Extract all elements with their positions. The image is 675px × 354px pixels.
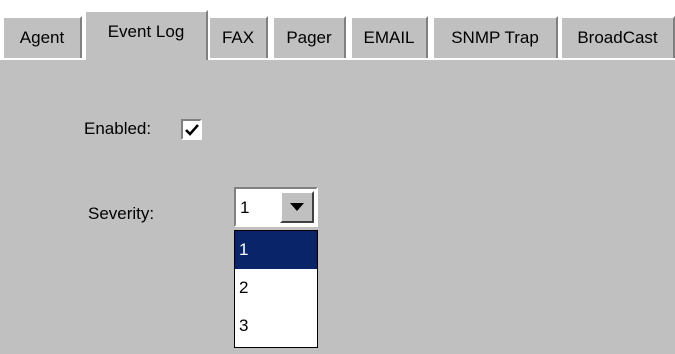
severity-select[interactable]: 1 — [234, 187, 318, 227]
severity-selected-value: 1 — [240, 198, 250, 217]
severity-dropdown-list: 1 2 3 — [234, 230, 318, 348]
tab-agent[interactable]: Agent — [2, 16, 82, 58]
severity-option-1[interactable]: 1 — [235, 231, 317, 269]
tab-broadcast[interactable]: BroadCast — [560, 16, 675, 58]
severity-dropdown-button[interactable] — [280, 191, 314, 223]
severity-label: Severity: — [88, 204, 155, 223]
severity-option-2[interactable]: 2 — [235, 269, 317, 307]
severity-option-3[interactable]: 3 — [235, 307, 317, 345]
enabled-label: Enabled: — [84, 119, 152, 138]
tab-event-log[interactable]: Event Log — [84, 10, 208, 60]
tab-snmp-trap[interactable]: SNMP Trap — [432, 16, 558, 58]
tab-email[interactable]: EMAIL — [350, 16, 428, 58]
tab-fax[interactable]: FAX — [208, 16, 268, 58]
tab-bar: Agent Event Log FAX Pager EMAIL SNMP Tra… — [0, 0, 675, 60]
chevron-down-icon — [290, 203, 304, 211]
checkmark-icon — [184, 123, 199, 136]
tab-pager[interactable]: Pager — [272, 16, 346, 58]
enabled-checkbox[interactable] — [181, 119, 202, 140]
